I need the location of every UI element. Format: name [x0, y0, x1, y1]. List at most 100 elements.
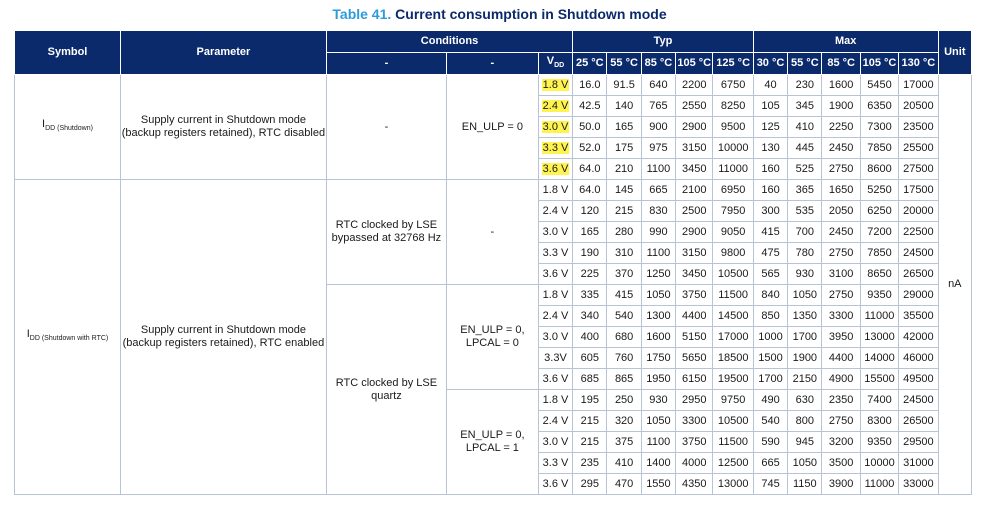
vdd-value: 3.6 V — [542, 267, 569, 280]
typ-value-cell: 190 — [572, 242, 608, 264]
max-value-cell: 1600 — [821, 74, 861, 96]
vdd-value-cell: 2.4 V — [537, 410, 574, 432]
table-row: IDD (Shutdown) Supply current in Shutdown… — [14, 74, 973, 495]
symbol-sub: DD (Shutdown with RTC) — [29, 335, 109, 343]
max-value-cell: 26500 — [898, 410, 939, 432]
table-row: IDD (Shutdown with RTC) Supply current in… — [14, 179, 972, 495]
vdd-value-cell: 3.6 V — [537, 368, 574, 390]
typ-value-cell: 3150 — [675, 137, 714, 159]
typ-value-cell: 4000 — [675, 452, 714, 474]
max-value-cell: 475 — [752, 242, 789, 264]
typ-value-cell: 6150 — [675, 368, 714, 390]
max-value-cell: 9350 — [859, 431, 900, 453]
document-page: Table 41. Current consumption in Shutdow… — [0, 0, 999, 521]
max-value-cell: 9350 — [859, 284, 900, 306]
max-value-cell: 27500 — [898, 158, 939, 180]
vdd-value-cell: 1.8 V — [537, 74, 574, 96]
max-value-cell: 415 — [752, 221, 789, 243]
typ-value-cell: 225 — [572, 263, 608, 285]
max-value-cell: 840 — [752, 284, 789, 306]
typ-value-cell: 175 — [606, 137, 642, 159]
max-value-cell: 8650 — [859, 263, 900, 285]
typ-value-cell: 215 — [572, 431, 608, 453]
header-max-temp: 130 °C — [898, 52, 939, 75]
vdd-value: 2.4 V — [542, 204, 569, 217]
typ-value-cell: 6950 — [712, 179, 754, 201]
max-value-cell: 7850 — [859, 137, 900, 159]
max-value-cell: 2750 — [821, 158, 861, 180]
typ-value-cell: 10000 — [712, 137, 754, 159]
typ-value-cell: 990 — [640, 221, 677, 243]
typ-value-cell: 1050 — [640, 410, 677, 432]
max-value-cell: 2250 — [821, 116, 861, 138]
rtc-condition-cell: - — [325, 74, 447, 180]
max-value-cell: 365 — [787, 179, 823, 201]
typ-value-cell: 4400 — [675, 305, 714, 327]
header-typ-temp: 125 °C — [712, 52, 754, 75]
typ-value-cell: 42.5 — [572, 95, 608, 117]
max-value-cell: 46000 — [898, 347, 939, 369]
typ-value-cell: 64.0 — [572, 179, 608, 201]
vdd-value: 3.6 V — [542, 372, 569, 385]
typ-value-cell: 3300 — [675, 410, 714, 432]
typ-value-cell: 900 — [640, 116, 677, 138]
typ-value-cell: 765 — [640, 95, 677, 117]
typ-value-cell: 320 — [606, 410, 642, 432]
max-value-cell: 525 — [787, 158, 823, 180]
max-value-cell: 1700 — [787, 326, 823, 348]
typ-value-cell: 195 — [572, 389, 608, 411]
symbol-sub: DD (Shutdown) — [45, 125, 93, 133]
typ-value-cell: 5150 — [675, 326, 714, 348]
typ-value-cell: 7950 — [712, 200, 754, 222]
typ-value-cell: 415 — [606, 284, 642, 306]
rtc-quartz-condition-cell: RTC clocked by LSE quartz — [325, 284, 447, 495]
typ-value-cell: 1300 — [640, 305, 677, 327]
max-value-cell: 945 — [787, 431, 823, 453]
max-value-cell: 160 — [752, 158, 789, 180]
unit-cell: nA — [937, 74, 973, 495]
header-max: Max — [752, 30, 939, 53]
typ-value-cell: 975 — [640, 137, 677, 159]
bypass-condition-cell: - — [445, 179, 539, 285]
max-value-cell: 930 — [787, 263, 823, 285]
max-value-cell: 745 — [752, 473, 789, 495]
typ-value-cell: 50.0 — [572, 116, 608, 138]
header-max-temp: 55 °C — [787, 52, 823, 75]
typ-value-cell: 2550 — [675, 95, 714, 117]
max-value-cell: 800 — [787, 410, 823, 432]
vdd-value: 3.3 V — [541, 141, 570, 154]
max-value-cell: 565 — [752, 263, 789, 285]
max-value-cell: 17500 — [898, 179, 939, 201]
symbol-cell: IDD (Shutdown with RTC) — [14, 179, 121, 495]
typ-value-cell: 335 — [572, 284, 608, 306]
vdd-value: 1.8 V — [542, 288, 569, 301]
typ-value-cell: 1550 — [640, 473, 677, 495]
vdd-value-cell: 3.0 V — [537, 431, 574, 453]
max-value-cell: 31000 — [898, 452, 939, 474]
max-value-cell: 17000 — [898, 74, 939, 96]
max-value-cell: 22500 — [898, 221, 939, 243]
typ-value-cell: 18500 — [712, 347, 754, 369]
typ-value-cell: 3450 — [675, 263, 714, 285]
max-value-cell: 20500 — [898, 95, 939, 117]
typ-value-cell: 210 — [606, 158, 642, 180]
typ-value-cell: 250 — [606, 389, 642, 411]
max-value-cell: 1050 — [787, 452, 823, 474]
max-value-cell: 8600 — [859, 158, 900, 180]
vdd-value-cell: 2.4 V — [537, 200, 574, 222]
typ-value-cell: 1250 — [640, 263, 677, 285]
max-value-cell: 8300 — [859, 410, 900, 432]
max-value-cell: 1050 — [787, 284, 823, 306]
vdd-value-cell: 3.3V — [537, 347, 574, 369]
typ-value-cell: 13000 — [712, 473, 754, 495]
typ-value-cell: 11500 — [712, 431, 754, 453]
vdd-value-cell: 3.0 V — [537, 116, 574, 138]
typ-value-cell: 91.5 — [606, 74, 642, 96]
max-value-cell: 7300 — [859, 116, 900, 138]
max-value-cell: 35500 — [898, 305, 939, 327]
max-value-cell: 535 — [787, 200, 823, 222]
typ-value-cell: 1950 — [640, 368, 677, 390]
max-value-cell: 160 — [752, 179, 789, 201]
parameter-cell: Supply current in Shutdown mode (backup … — [119, 74, 327, 180]
vdd-value-cell: 2.4 V — [537, 95, 574, 117]
